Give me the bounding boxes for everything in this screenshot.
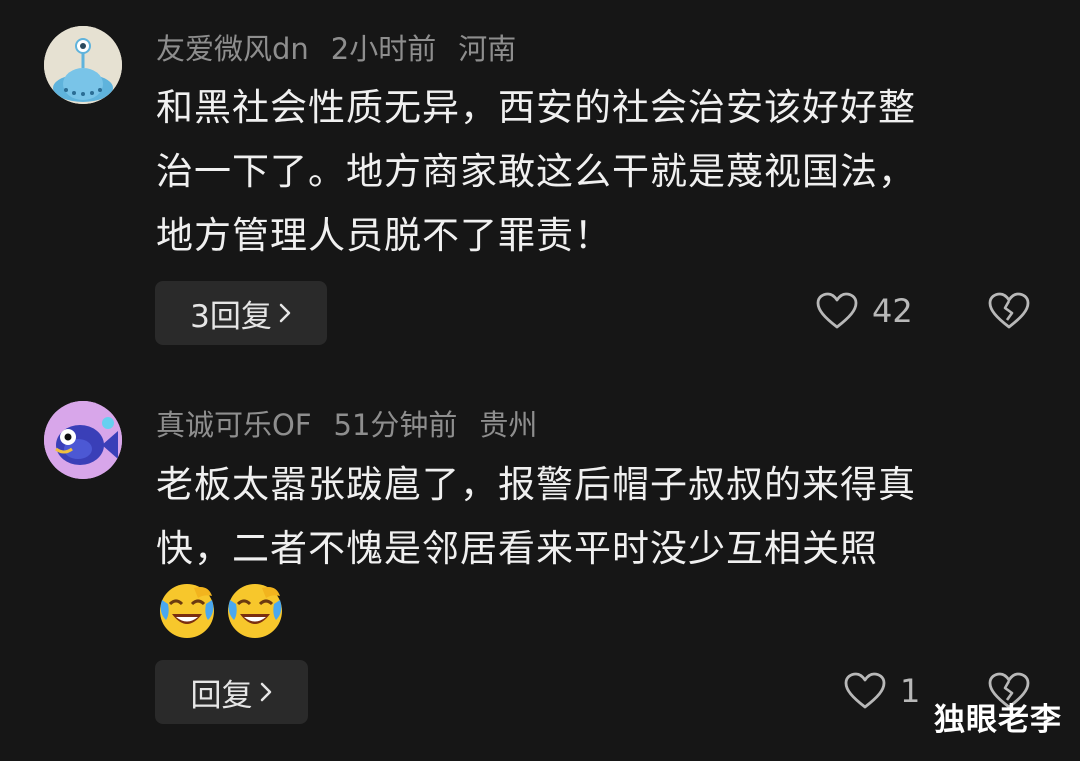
comment-line: 快，二者不愧是邻居看来平时没少互相关照 xyxy=(156,527,878,570)
laughing-crying-emoji-icon xyxy=(160,584,214,638)
comment-meta: 真诚可乐OF 51分钟前 贵州 xyxy=(156,408,559,442)
heart-icon xyxy=(816,292,858,329)
fish-avatar-icon xyxy=(44,401,122,479)
user-avatar[interactable] xyxy=(44,26,122,104)
chevron-right-icon xyxy=(260,682,271,702)
comment-line: 和黑社会性质无异，西安的社会治安该好好整 xyxy=(156,86,916,129)
emoji-row xyxy=(156,580,286,642)
user-avatar[interactable] xyxy=(44,401,122,479)
alien-avatar-icon xyxy=(44,26,122,104)
like-count: 1 xyxy=(900,672,921,710)
username[interactable]: 友爱微风dn xyxy=(156,32,309,66)
comment-line: 治一下了。地方商家敢这么干就是蔑视国法， xyxy=(156,150,916,193)
comment-line: 老板太嚣张跋扈了，报警后帽子叔叔的来得真 xyxy=(156,463,916,506)
timestamp: 51分钟前 xyxy=(333,408,458,442)
like-button[interactable]: 1 xyxy=(844,672,920,710)
reply-button[interactable]: 3回复 xyxy=(155,281,327,345)
location: 河南 xyxy=(458,32,517,66)
comment-text: 老板太嚣张跋扈了，报警后帽子叔叔的来得真 快，二者不愧是邻居看来平时没少互相关照 xyxy=(156,453,1036,581)
comment-line: 地方管理人员脱不了罪责！ xyxy=(156,214,612,257)
laughing-crying-emoji-icon xyxy=(228,584,282,638)
location: 贵州 xyxy=(479,408,538,442)
username[interactable]: 真诚可乐OF xyxy=(156,408,312,442)
timestamp: 2小时前 xyxy=(330,32,437,66)
like-button[interactable]: 42 xyxy=(816,292,913,330)
reply-label: 回复 xyxy=(190,677,253,714)
comment-meta: 友爱微风dn 2小时前 河南 xyxy=(156,32,538,66)
like-count: 42 xyxy=(872,292,913,330)
reply-label: 3回复 xyxy=(190,298,272,335)
heart-icon xyxy=(844,672,886,709)
chevron-right-icon xyxy=(279,303,291,323)
broken-heart-icon[interactable] xyxy=(988,292,1030,330)
watermark: 独眼老李 xyxy=(934,702,1062,738)
comment-text: 和黑社会性质无异，西安的社会治安该好好整 治一下了。地方商家敢这么干就是蔑视国法… xyxy=(156,76,1036,268)
reply-button[interactable]: 回复 xyxy=(155,660,308,724)
